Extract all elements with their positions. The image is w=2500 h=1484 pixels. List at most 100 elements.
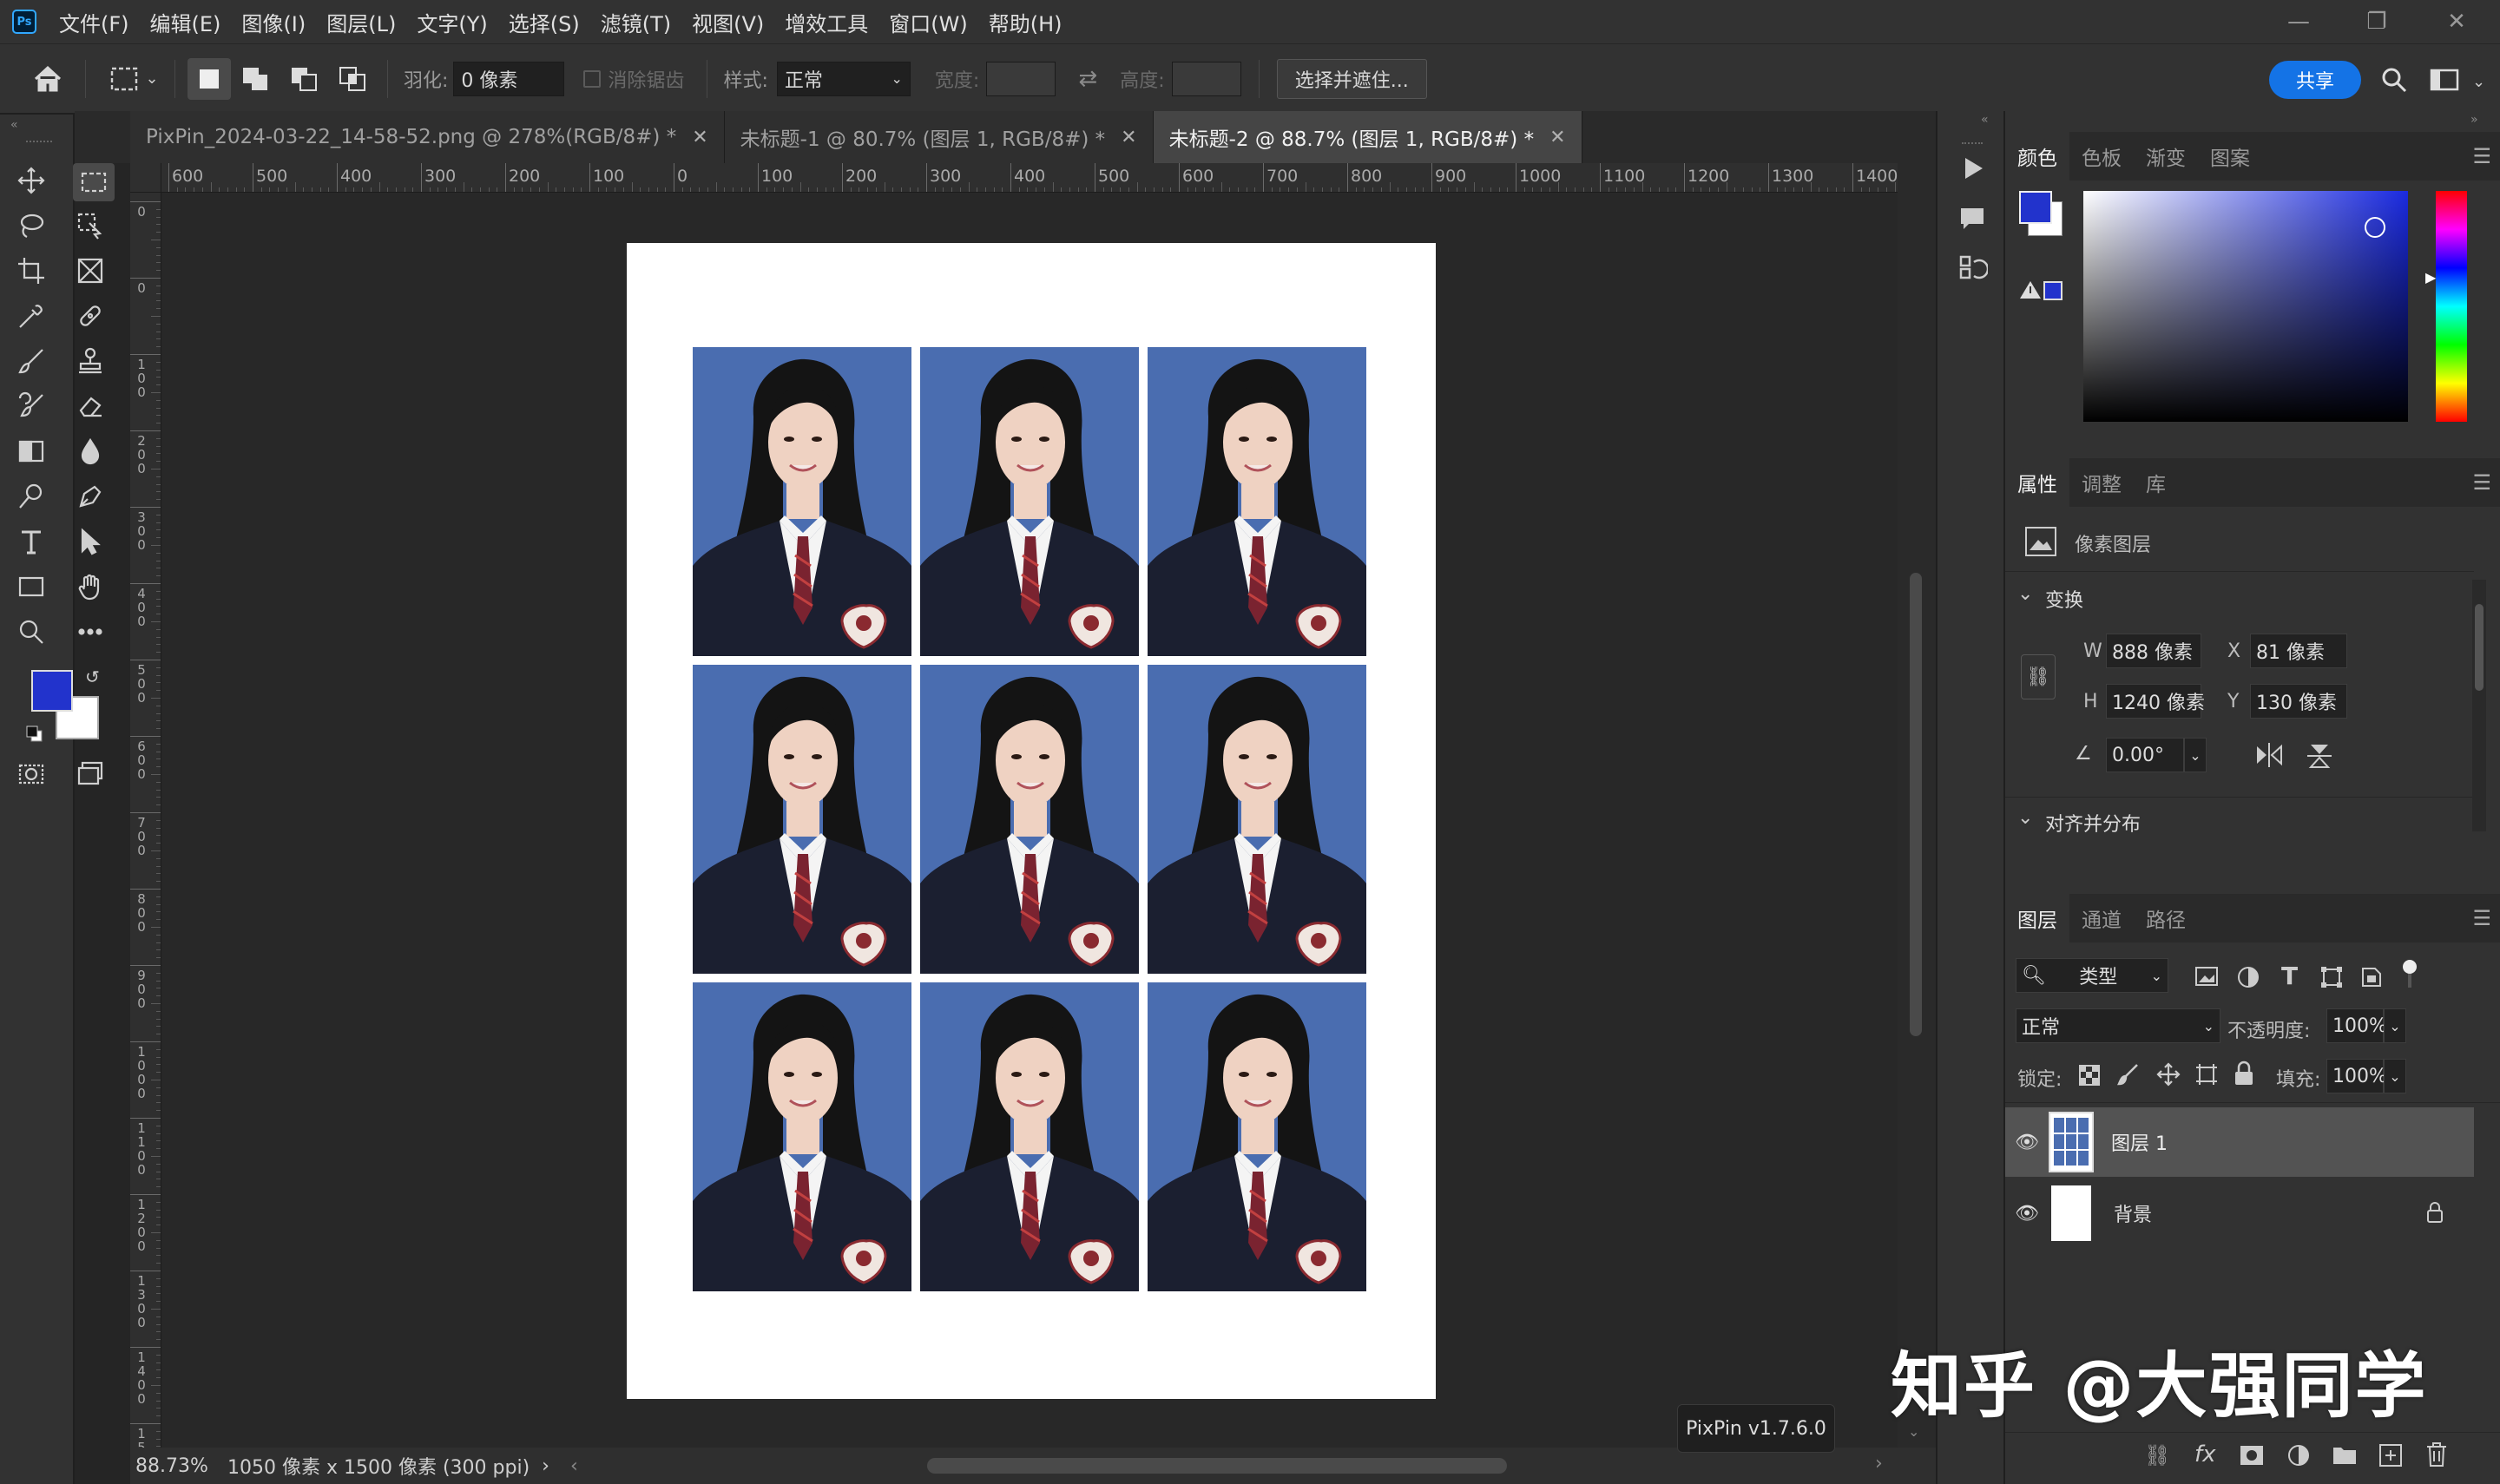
- panel-menu-icon[interactable]: ☰: [2472, 906, 2491, 930]
- tab-paths[interactable]: 路径: [2134, 894, 2198, 942]
- chevron-down-icon[interactable]: ⌄: [2384, 1059, 2406, 1093]
- filter-pixel-icon[interactable]: [2194, 965, 2219, 988]
- history-brush-tool-icon[interactable]: [14, 389, 49, 424]
- layer-name[interactable]: 背景: [2114, 1199, 2152, 1227]
- more-tools-icon[interactable]: [73, 614, 108, 649]
- menu-image[interactable]: 图像(I): [231, 7, 316, 37]
- lock-image-pixels-icon[interactable]: [2116, 1062, 2141, 1087]
- layer-row-background[interactable]: 👁︎ 背景: [2005, 1179, 2474, 1248]
- menu-window[interactable]: 窗口(W): [878, 7, 977, 37]
- tab-gradients[interactable]: 渐变: [2134, 132, 2198, 181]
- flip-vertical-icon[interactable]: [2306, 741, 2333, 771]
- collapse-arrows-icon[interactable]: «: [10, 118, 18, 132]
- tab-color[interactable]: 颜色: [2005, 132, 2069, 181]
- clone-stamp-tool-icon[interactable]: [73, 344, 108, 378]
- scroll-right-arrow-icon[interactable]: ›: [1875, 1453, 1883, 1474]
- x-field[interactable]: 81 像素: [2250, 634, 2347, 668]
- out-of-gamut-warning-icon[interactable]: [2019, 279, 2042, 302]
- scroll-left-arrow-icon[interactable]: ‹: [570, 1455, 578, 1477]
- zoom-tool-icon[interactable]: [14, 614, 49, 649]
- layer-row-layer-1[interactable]: 👁︎ 图层 1: [2005, 1107, 2474, 1177]
- vertical-scrollbar[interactable]: ⌄: [1898, 163, 1936, 1448]
- brush-tool-icon[interactable]: [14, 344, 49, 378]
- filter-adjustment-icon[interactable]: [2236, 965, 2260, 989]
- fx-icon[interactable]: fx: [2194, 1441, 2216, 1468]
- fill-field[interactable]: 100%: [2326, 1059, 2387, 1093]
- crop-tool-icon[interactable]: [14, 253, 49, 288]
- height-field[interactable]: 1240 像素: [2106, 684, 2205, 719]
- tab-untitled-2[interactable]: 未标题-2 @ 88.7% (图层 1, RGB/8#) * ✕: [1153, 111, 1582, 163]
- collapse-arrows-icon[interactable]: »: [2470, 113, 2478, 127]
- tab-channels[interactable]: 通道: [2069, 894, 2134, 942]
- document-page[interactable]: [627, 243, 1436, 1399]
- history-icon[interactable]: [1957, 252, 1990, 283]
- menu-type[interactable]: 文字(Y): [406, 7, 497, 37]
- color-picker-marker[interactable]: [2365, 217, 2385, 238]
- tab-libraries[interactable]: 库: [2134, 458, 2178, 507]
- lock-artboard-icon[interactable]: [2194, 1062, 2219, 1087]
- color-panel-foreground-swatch[interactable]: [2019, 191, 2052, 224]
- tab-pixpin-document[interactable]: PixPin_2024-03-22_14-58-52.png @ 278%(RG…: [130, 111, 725, 163]
- filter-toggle-icon[interactable]: [2401, 958, 2418, 989]
- menu-layer[interactable]: 图层(L): [316, 7, 406, 37]
- color-field[interactable]: [2083, 191, 2408, 422]
- horizontal-ruler[interactable]: 600 500 400 300 200 100 0 100 200 300 400 500 600 700…: [161, 163, 1898, 193]
- angle-field[interactable]: 0.00°: [2106, 738, 2184, 772]
- hand-tool-icon[interactable]: [73, 569, 108, 604]
- lasso-tool-icon[interactable]: [14, 208, 49, 243]
- menu-select[interactable]: 选择(S): [498, 7, 590, 37]
- new-selection-icon[interactable]: [188, 57, 231, 100]
- gradient-tool-icon[interactable]: [14, 434, 49, 469]
- vertical-ruler[interactable]: 0 0 100 200 300 400 500 600 700 800 900 1000 1100 120…: [130, 193, 161, 1448]
- dodge-tool-icon[interactable]: [14, 479, 49, 514]
- add-to-selection-icon[interactable]: [231, 66, 280, 92]
- home-icon[interactable]: [23, 64, 73, 94]
- screen-mode-icon[interactable]: [73, 757, 108, 791]
- horizontal-scrollbar-thumb[interactable]: [927, 1458, 1507, 1474]
- menu-filter[interactable]: 滤镜(T): [590, 7, 681, 37]
- marquee-tool-preset-icon[interactable]: [107, 66, 141, 92]
- close-icon[interactable]: ✕: [1549, 127, 1565, 148]
- quick-mask-icon[interactable]: [14, 757, 49, 791]
- link-dimensions-icon[interactable]: ⛓: [2021, 654, 2056, 699]
- collapse-arrows-icon[interactable]: «: [1981, 113, 1989, 127]
- scrollbar-thumb[interactable]: [2475, 604, 2484, 691]
- chevron-down-icon[interactable]: ⌄: [2184, 738, 2207, 772]
- width-field[interactable]: 888 像素: [2106, 634, 2201, 668]
- tab-untitled-1[interactable]: 未标题-1 @ 80.7% (图层 1, RGB/8#) * ✕: [724, 111, 1154, 163]
- delete-layer-icon[interactable]: [2425, 1441, 2448, 1468]
- layer-name[interactable]: 图层 1: [2111, 1128, 2168, 1156]
- menu-view[interactable]: 视图(V): [681, 7, 774, 37]
- visibility-eye-icon[interactable]: 👁︎: [2005, 1203, 2049, 1225]
- align-distribute-section-title[interactable]: 对齐并分布: [2045, 809, 2141, 837]
- chevron-down-icon[interactable]: ⌄: [2017, 807, 2033, 829]
- tab-layers[interactable]: 图层: [2005, 894, 2069, 942]
- antialias-checkbox[interactable]: [583, 69, 602, 88]
- new-adjustment-layer-icon[interactable]: [2286, 1443, 2311, 1468]
- panel-menu-icon[interactable]: ☰: [2472, 470, 2491, 495]
- close-window-button[interactable]: ✕: [2415, 0, 2498, 43]
- close-icon[interactable]: ✕: [1121, 127, 1136, 148]
- tab-swatches[interactable]: 色板: [2069, 132, 2134, 181]
- intersect-selection-icon[interactable]: [328, 66, 377, 92]
- filter-shape-icon[interactable]: [2319, 965, 2344, 989]
- filter-type-icon[interactable]: T: [2281, 962, 2306, 990]
- restore-button[interactable]: ❐: [2335, 0, 2418, 43]
- move-tool-icon[interactable]: [14, 163, 49, 198]
- swap-colors-icon[interactable]: ↺: [85, 666, 100, 687]
- style-select[interactable]: 正常 ⌄: [776, 61, 911, 96]
- link-layers-icon[interactable]: ⛓: [2144, 1443, 2170, 1468]
- menu-plugins[interactable]: 增效工具: [774, 7, 878, 37]
- healing-brush-tool-icon[interactable]: [73, 299, 108, 333]
- rectangle-tool-icon[interactable]: [14, 569, 49, 604]
- eyedropper-tool-icon[interactable]: [14, 299, 49, 333]
- marquee-tool-icon[interactable]: [73, 163, 115, 201]
- hue-slider-marker[interactable]: ▶: [2425, 269, 2436, 286]
- play-actions-icon[interactable]: [1957, 153, 1988, 184]
- lock-all-icon[interactable]: [2233, 1060, 2255, 1087]
- status-menu-arrow-icon[interactable]: ›: [542, 1455, 549, 1477]
- new-layer-icon[interactable]: [2378, 1443, 2403, 1468]
- menu-help[interactable]: 帮助(H): [978, 7, 1073, 37]
- new-group-icon[interactable]: [2332, 1443, 2358, 1466]
- tab-adjustments[interactable]: 调整: [2069, 458, 2134, 507]
